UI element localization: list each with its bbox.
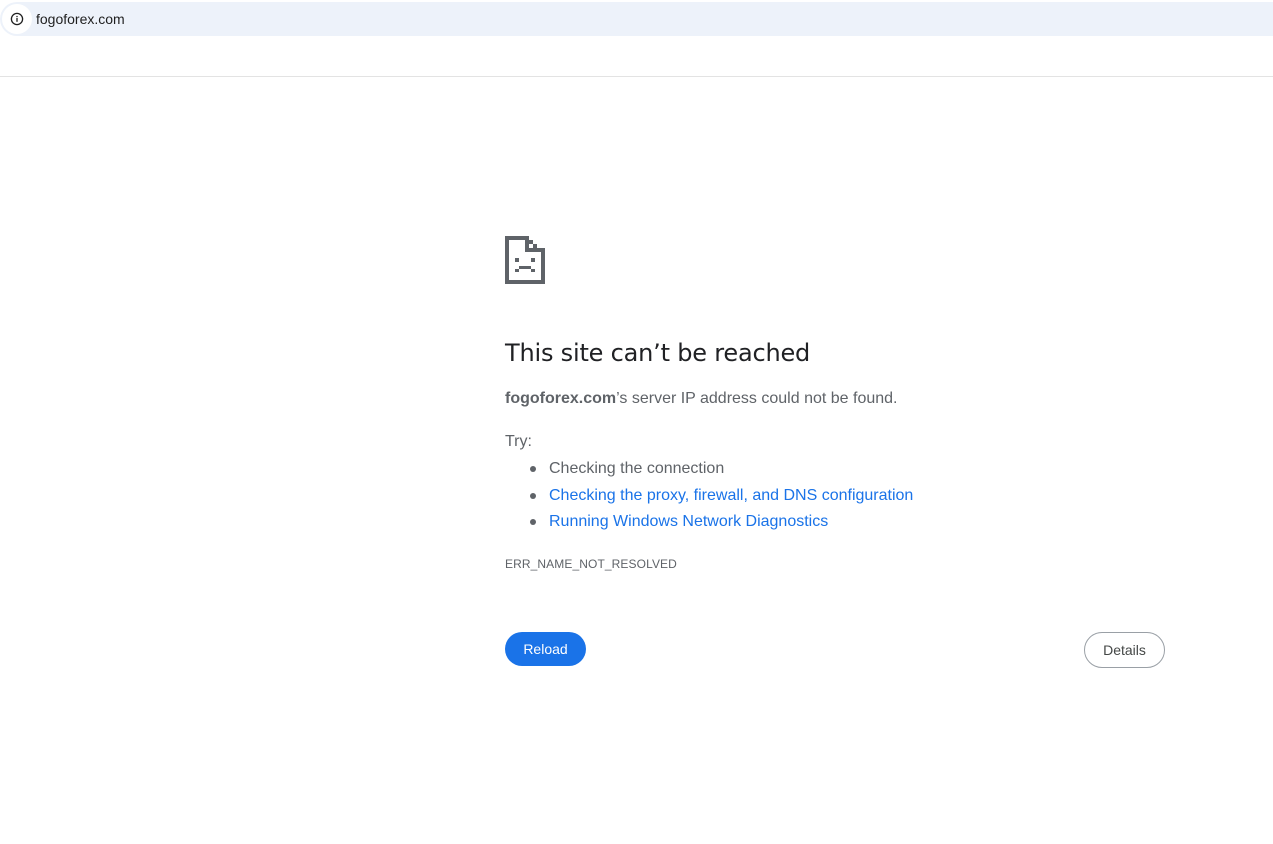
error-content: This site can’t be reached fogoforex.com… xyxy=(505,236,1165,668)
suggestion-network-diagnostics: Running Windows Network Diagnostics xyxy=(505,509,913,536)
toolbar-divider xyxy=(0,76,1273,77)
error-description: fogoforex.com’s server IP address could … xyxy=(505,388,897,410)
check-proxy-link[interactable]: Checking the proxy, firewall, and DNS co… xyxy=(549,487,913,504)
info-circle-icon xyxy=(10,12,24,26)
browser-viewport: fogoforex.com This site can’t be reached… xyxy=(0,0,1273,844)
suggestion-list: Checking the connection Checking the pro… xyxy=(505,456,913,536)
error-code: ERR_NAME_NOT_RESOLVED xyxy=(505,557,677,571)
site-info-button[interactable] xyxy=(2,4,32,34)
try-label: Try: xyxy=(505,433,532,450)
error-domain: fogoforex.com xyxy=(505,390,617,407)
error-message: ’s server IP address could not be found. xyxy=(616,390,898,407)
sad-page-icon xyxy=(505,236,545,284)
suggestion-check-proxy: Checking the proxy, firewall, and DNS co… xyxy=(505,483,913,510)
reload-button[interactable]: Reload xyxy=(505,632,586,666)
url-text[interactable]: fogoforex.com xyxy=(36,10,125,28)
error-title: This site can’t be reached xyxy=(505,339,811,367)
suggestion-check-connection: Checking the connection xyxy=(505,456,913,483)
address-bar[interactable]: fogoforex.com xyxy=(0,2,1273,36)
network-diagnostics-link[interactable]: Running Windows Network Diagnostics xyxy=(549,513,828,530)
details-button[interactable]: Details xyxy=(1084,632,1165,668)
